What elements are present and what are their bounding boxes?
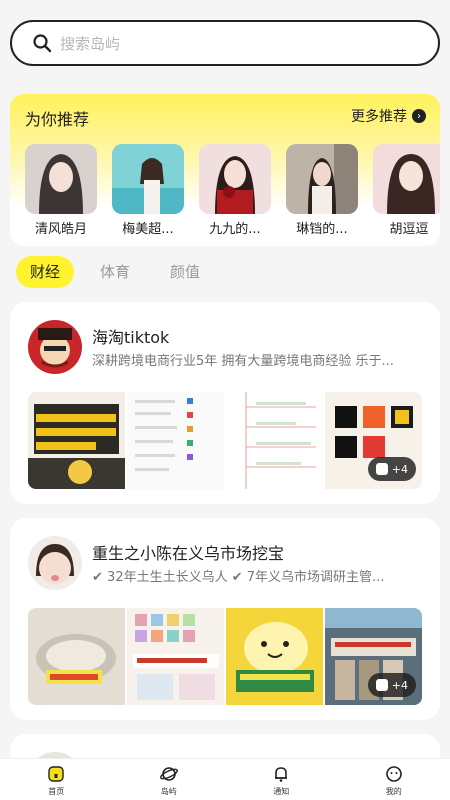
nav-label: 通知 — [273, 787, 290, 796]
search-bar[interactable]: 搜索岛屿 — [10, 20, 440, 66]
card-description: 深耕跨境电商行业5年 拥有大量跨境电商经验 乐于... — [92, 354, 394, 369]
recommend-name: 琳铛的... — [296, 222, 348, 237]
image-stack-icon — [375, 679, 388, 691]
thumbnail-image[interactable] — [226, 392, 323, 489]
recommend-avatar — [199, 144, 271, 214]
card-title: 海淘tiktok — [92, 328, 170, 347]
island-card[interactable]: 海淘tiktok 深耕跨境电商行业5年 拥有大量跨境电商经验 乐于... +4 — [10, 302, 440, 504]
thumbnail-image[interactable] — [28, 392, 125, 489]
check-icon: ✔ — [231, 570, 243, 585]
recommend-name: 清风皓月 — [34, 222, 87, 237]
nav-islands[interactable]: 岛屿 — [113, 759, 226, 800]
recommend-item[interactable]: 清风皓月 — [25, 144, 97, 237]
recommend-item[interactable]: 琳铛的... — [286, 144, 358, 237]
avatar — [28, 536, 82, 590]
thumbnail-image[interactable]: +4 — [325, 392, 422, 489]
island-card[interactable]: 重生之小陈在义乌市场挖宝 ✔ 32年土生土长义乌人 ✔ 7年义乌市场调研主管..… — [10, 518, 440, 720]
nav-notifications[interactable]: 通知 — [225, 759, 338, 800]
card-title: 重生之小陈在义乌市场挖宝 — [92, 544, 285, 563]
recommend-name: 九九的... — [209, 222, 261, 237]
recommend-avatar — [286, 144, 358, 214]
recommend-title: 为你推荐 — [25, 110, 90, 129]
more-count: +4 — [391, 678, 408, 692]
avatar — [28, 320, 82, 374]
card-tag: 32年土生土长义乌人 — [107, 570, 228, 585]
nav-label: 首页 — [48, 787, 65, 796]
recommend-list: 清风皓月 梅美超... 九九的... 琳铛的... 胡逗逗 — [25, 144, 440, 237]
card-thumbnails: +4 — [28, 608, 422, 705]
card-tags: ✔ 32年土生土长义乌人 ✔ 7年义乌市场调研主管... — [92, 566, 422, 585]
bell-icon — [275, 767, 288, 782]
category-tabs: 财经 体育 颜值 — [16, 256, 226, 288]
recommend-panel: 为你推荐 更多推荐 › 清风皓月 梅美超... 九九的... 琳铛的... 胡逗… — [10, 94, 440, 246]
nav-profile[interactable]: 我的 — [338, 759, 450, 800]
thumbnail-image[interactable] — [226, 608, 323, 705]
bottom-nav: 首页 岛屿 通知 我的 — [0, 758, 450, 800]
thumbnail-image[interactable] — [127, 608, 224, 705]
recommend-item[interactable]: 梅美超... — [112, 144, 184, 237]
home-icon — [48, 766, 64, 782]
card-thumbnails: +4 — [28, 392, 422, 489]
nav-home[interactable]: 首页 — [0, 759, 113, 800]
search-placeholder: 搜索岛屿 — [60, 34, 121, 53]
tab-finance[interactable]: 财经 — [16, 256, 75, 288]
more-recommend-label: 更多推荐 — [351, 109, 407, 125]
more-recommend-link[interactable]: 更多推荐 › — [351, 106, 426, 126]
recommend-avatar — [373, 144, 440, 214]
recommend-name: 胡逗逗 — [389, 222, 429, 237]
planet-icon — [159, 767, 178, 781]
thumbnail-image[interactable]: +4 — [325, 608, 422, 705]
nav-label: 我的 — [385, 787, 402, 796]
more-count: +4 — [391, 462, 408, 476]
search-icon — [33, 34, 52, 53]
recommend-item[interactable]: 九九的... — [199, 144, 271, 237]
recommend-avatar — [112, 144, 184, 214]
thumbnail-image[interactable] — [127, 392, 224, 489]
smile-face-icon — [385, 766, 402, 782]
more-images-badge: +4 — [367, 457, 416, 481]
arrow-right-icon: › — [412, 109, 426, 123]
recommend-item[interactable]: 胡逗逗 — [373, 144, 440, 237]
image-stack-icon — [375, 463, 388, 475]
recommend-avatar — [25, 144, 97, 214]
tab-sports[interactable]: 体育 — [86, 256, 144, 288]
nav-label: 岛屿 — [160, 787, 177, 796]
recommend-name: 梅美超... — [122, 222, 174, 237]
check-icon: ✔ — [92, 570, 103, 585]
card-tag: 7年义乌市场调研主管... — [246, 570, 385, 585]
tab-looks[interactable]: 颜值 — [156, 256, 214, 288]
more-images-badge: +4 — [367, 673, 416, 697]
thumbnail-image[interactable] — [28, 608, 125, 705]
